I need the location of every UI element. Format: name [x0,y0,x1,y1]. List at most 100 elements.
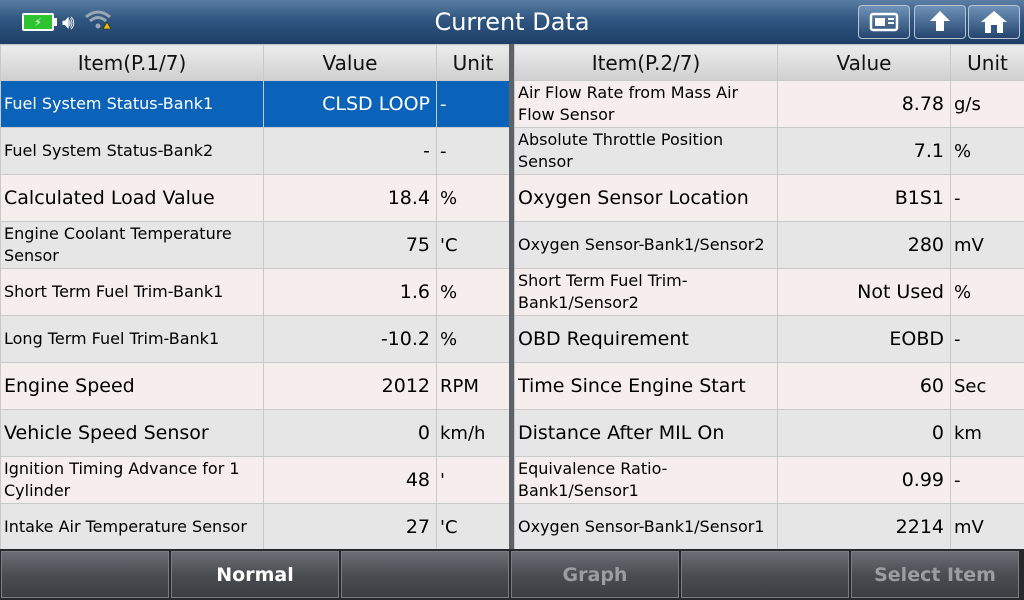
row-value: 75 [263,221,437,269]
row-unit: Sec [950,362,1024,410]
row-value: Not Used [777,268,951,316]
home-button[interactable] [968,5,1020,39]
table-row[interactable]: Oxygen Sensor-Bank1/Sensor1 2214 mV [514,503,1024,551]
table-row[interactable]: Short Term Fuel Trim-Bank1/Sensor2 Not Us… [514,268,1024,316]
row-value: 0 [777,409,951,457]
row-value: 60 [777,362,951,410]
row-item: Oxygen Sensor Location [514,174,778,222]
row-value: 48 [263,456,437,504]
table-row[interactable]: Oxygen Sensor Location B1S1- [514,174,1024,222]
column-header-unit: Unit [950,44,1024,81]
row-value: EOBD [777,315,951,363]
row-value: 0 [263,409,437,457]
row-value: B1S1 [777,174,951,222]
row-value: 2214 [777,503,951,551]
table-row[interactable]: Intake Air Temperature Sensor 27 'C [0,503,510,551]
toolbar-blank-button-3[interactable] [681,551,849,598]
table-row[interactable]: Ignition Timing Advance for 1 Cylinder 48… [0,456,510,504]
row-item: Engine Speed [0,362,264,410]
select-item-button[interactable]: Select Item [851,551,1019,598]
table-row[interactable]: Fuel System Status-Bank2- - [0,127,510,175]
row-item: Absolute Throttle Position Sensor [514,127,778,175]
graph-button[interactable]: Graph [511,551,679,598]
table-row[interactable]: Air Flow Rate from Mass Air Flow Sensor 8… [514,80,1024,128]
row-item: Distance After MIL On [514,409,778,457]
toolbar-blank-button-2[interactable] [341,551,509,598]
table-row[interactable]: Distance After MIL On 0 km [514,409,1024,457]
data-tables: Item(P.1/7) Value Unit Fuel System Statu… [0,44,1024,551]
bottom-toolbar: Normal Graph Select Item [0,549,1024,600]
table-row[interactable]: Fuel System Status-Bank1 CLSD LOOP - [0,80,510,128]
table-row[interactable]: Oxygen Sensor-Bank1/Sensor2 280 mV [514,221,1024,269]
table-row[interactable]: OBD Requirement EOBD - [514,315,1024,363]
row-value: 0.99 [777,456,951,504]
row-item: Air Flow Rate from Mass Air Flow Sensor [514,80,778,128]
row-unit: km/h [436,409,510,457]
row-unit: mV [950,503,1024,551]
table-row[interactable]: Calculated Load Value 18.4% [0,174,510,222]
row-value: CLSD LOOP [263,80,437,128]
row-value: 18.4 [263,174,437,222]
table-row[interactable]: Absolute Throttle Position Sensor 7.1% [514,127,1024,175]
column-header-value: Value [263,44,437,81]
row-unit: 'C [436,503,510,551]
row-item: Calculated Load Value [0,174,264,222]
row-unit: 'C [436,221,510,269]
row-value: 2012 [263,362,437,410]
row-item: Intake Air Temperature Sensor [0,503,264,551]
toolbar-blank-button-1[interactable] [1,551,169,598]
table-row[interactable]: Short Term Fuel Trim-Bank1 1.6% [0,268,510,316]
row-unit: ' [436,456,510,504]
row-unit: % [950,268,1024,316]
row-item: Oxygen Sensor-Bank1/Sensor1 [514,503,778,551]
row-unit: g/s [950,80,1024,128]
table-row[interactable]: Time Since Engine Start 60 Sec [514,362,1024,410]
row-unit: - [436,127,510,175]
row-item: Vehicle Speed Sensor [0,409,264,457]
table-row[interactable]: Engine Speed 2012 RPM [0,362,510,410]
row-value: 8.78 [777,80,951,128]
row-value: 280 [777,221,951,269]
column-header-item: Item(P.1/7) [0,44,264,81]
table-row[interactable]: Vehicle Speed Sensor 0 km/h [0,409,510,457]
top-bar: Current Data ⚡ 🔊︎ [0,0,1024,45]
column-header-unit: Unit [436,44,510,81]
left-data-table: Item(P.1/7) Value Unit Fuel System Statu… [0,44,510,551]
row-item: Long Term Fuel Trim-Bank1 [0,315,264,363]
row-value: - [263,127,437,175]
row-unit: - [950,174,1024,222]
row-unit: - [436,80,510,128]
table-row[interactable]: Long Term Fuel Trim-Bank1 -10.2% [0,315,510,363]
column-header-item: Item(P.2/7) [514,44,778,81]
row-item: OBD Requirement [514,315,778,363]
row-item: Engine Coolant Temperature Sensor [0,221,264,269]
normal-button[interactable]: Normal [171,551,339,598]
row-unit: km [950,409,1024,457]
row-unit: % [950,127,1024,175]
status-icons: ⚡ 🔊︎ [22,8,113,36]
row-item: Short Term Fuel Trim-Bank1 [0,268,264,316]
row-item: Time Since Engine Start [514,362,778,410]
row-unit: - [950,315,1024,363]
back-button[interactable] [914,5,966,39]
row-unit: % [436,174,510,222]
home-icon [981,11,1007,33]
row-item: Fuel System Status-Bank1 [0,80,264,128]
row-unit: % [436,268,510,316]
row-value: 1.6 [263,268,437,316]
row-item: Equivalence Ratio-Bank1/Sensor1 [514,456,778,504]
column-header-value: Value [777,44,951,81]
table-row[interactable]: Equivalence Ratio-Bank1/Sensor1 0.99- [514,456,1024,504]
row-item: Oxygen Sensor-Bank1/Sensor2 [514,221,778,269]
row-item: Short Term Fuel Trim-Bank1/Sensor2 [514,268,778,316]
print-button[interactable] [858,5,910,39]
right-data-table: Item(P.2/7) Value Unit Air Flow Rate fro… [514,44,1024,551]
row-unit: - [950,456,1024,504]
row-value: 7.1 [777,127,951,175]
row-unit: % [436,315,510,363]
row-item: Ignition Timing Advance for 1 Cylinder [0,456,264,504]
row-value: -10.2 [263,315,437,363]
battery-icon: ⚡ [22,13,57,31]
wifi-icon [83,7,113,38]
table-row[interactable]: Engine Coolant Temperature Sensor 75 'C [0,221,510,269]
